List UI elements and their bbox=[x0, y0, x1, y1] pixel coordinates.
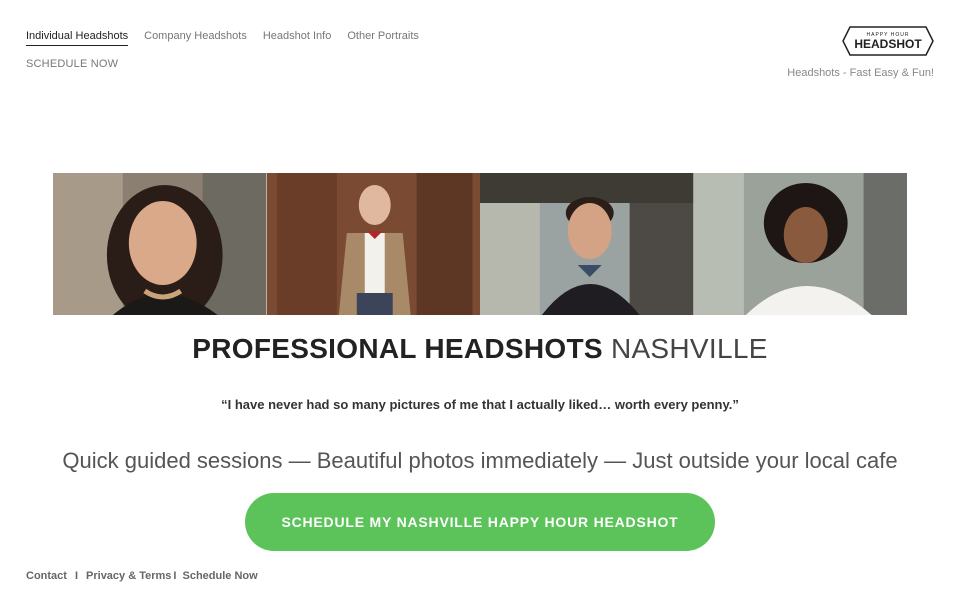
headline-bold: PROFESSIONAL HEADSHOTS bbox=[192, 333, 603, 364]
footer-contact-link[interactable]: Contact bbox=[26, 570, 67, 582]
testimonial-quote: “I have never had so many pictures of me… bbox=[221, 397, 739, 412]
headshot-photo-woman-white-blouse bbox=[693, 173, 907, 315]
hero-subtitle: Quick guided sessions — Beautiful photos… bbox=[62, 448, 898, 473]
footer-links: Contact I Privacy & Terms I Schedule Now bbox=[26, 570, 258, 582]
footer-schedule-link[interactable]: Schedule Now bbox=[182, 570, 257, 582]
footer-privacy-link[interactable]: Privacy & Terms bbox=[86, 570, 171, 582]
happy-hour-headshot-logo[interactable]: HAPPY HOUR HEADSHOT bbox=[842, 26, 934, 56]
headshot-photo-strip bbox=[53, 173, 907, 315]
headshot-photo-young-man-street bbox=[480, 173, 694, 315]
main-nav: Individual Headshots Company Headshots H… bbox=[26, 30, 419, 46]
page-headline: PROFESSIONAL HEADSHOTS NASHVILLE bbox=[0, 333, 960, 365]
nav-headshot-info[interactable]: Headshot Info bbox=[263, 30, 332, 46]
logo-main-text: HEADSHOT bbox=[854, 37, 922, 51]
headline-city: NASHVILLE bbox=[610, 333, 768, 364]
nav-schedule-now[interactable]: SCHEDULE NOW bbox=[26, 58, 118, 70]
headshot-photo-man-plaid-jacket bbox=[266, 173, 480, 315]
footer-separator: I bbox=[74, 570, 79, 582]
tagline: Headshots - Fast Easy & Fun! bbox=[787, 67, 934, 79]
headshot-photo-woman-smiling bbox=[53, 173, 267, 315]
nav-individual-headshots[interactable]: Individual Headshots bbox=[26, 30, 129, 46]
nav-other-portraits[interactable]: Other Portraits bbox=[347, 30, 419, 46]
nav-company-headshots[interactable]: Company Headshots bbox=[144, 30, 247, 46]
footer-separator: I bbox=[173, 570, 177, 582]
schedule-headshot-button[interactable]: SCHEDULE MY NASHVILLE HAPPY HOUR HEADSHO… bbox=[245, 493, 715, 551]
